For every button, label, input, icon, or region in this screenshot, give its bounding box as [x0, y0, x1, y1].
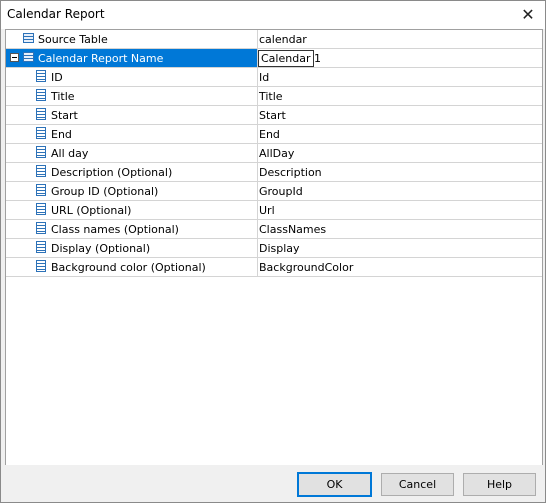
property-grid: Source Table calendar Calendar Report Na… [5, 29, 543, 466]
property-row-source-table[interactable]: Source Table calendar [6, 30, 542, 49]
ok-button[interactable]: OK [297, 472, 372, 497]
property-name-cell: End [6, 125, 258, 144]
property-label: ID [51, 71, 63, 84]
property-value-cell[interactable]: ClassNames [258, 220, 542, 239]
property-name-cell: Class names (Optional) [6, 220, 258, 239]
property-label: Start [51, 109, 78, 122]
property-value-cell[interactable]: End [258, 125, 542, 144]
property-name-cell: Source Table [6, 30, 258, 49]
close-icon[interactable]: ✕ [511, 1, 545, 27]
property-label: Display (Optional) [51, 242, 151, 255]
field-icon [36, 222, 46, 234]
property-value: Id [259, 71, 270, 84]
property-value-cell[interactable]: GroupId [258, 182, 542, 201]
property-value-cell[interactable]: Calendar 1 [258, 49, 542, 68]
dialog-title: Calendar Report [7, 7, 105, 21]
property-row-class-names[interactable]: Class names (Optional) ClassNames [6, 220, 542, 239]
property-label: Calendar Report Name [38, 52, 164, 65]
property-name-cell: Start [6, 106, 258, 125]
property-label: Background color (Optional) [51, 261, 206, 274]
help-button[interactable]: Help [463, 473, 536, 496]
property-value-cell[interactable]: Description [258, 163, 542, 182]
property-label: Group ID (Optional) [51, 185, 159, 198]
property-name-cell: ID [6, 68, 258, 87]
property-label: URL (Optional) [51, 204, 132, 217]
property-name-cell: Description (Optional) [6, 163, 258, 182]
property-value: Url [259, 204, 275, 217]
property-name-cell: Group ID (Optional) [6, 182, 258, 201]
property-row-group-id[interactable]: Group ID (Optional) GroupId [6, 182, 542, 201]
property-value-cell[interactable]: Url [258, 201, 542, 220]
table-icon [23, 52, 34, 62]
property-name-cell: Background color (Optional) [6, 258, 258, 277]
field-icon [36, 260, 46, 272]
title-bar: Calendar Report ✕ [1, 1, 545, 29]
property-value-cell[interactable]: AllDay [258, 144, 542, 163]
property-label: Title [51, 90, 75, 103]
property-row-url[interactable]: URL (Optional) Url [6, 201, 542, 220]
property-value-cell[interactable]: calendar [258, 30, 542, 49]
property-row-display[interactable]: Display (Optional) Display [6, 239, 542, 258]
field-icon [36, 89, 46, 101]
property-value: ClassNames [259, 223, 327, 236]
field-icon [36, 70, 46, 82]
property-row-calendar-report-name[interactable]: Calendar Report Name Calendar 1 [6, 49, 542, 68]
property-value-input[interactable]: Calendar 1 [258, 50, 321, 67]
property-value: Title [259, 90, 283, 103]
field-icon [36, 146, 46, 158]
cancel-button[interactable]: Cancel [381, 473, 454, 496]
dialog-footer: OK Cancel Help [1, 465, 545, 502]
property-value: End [259, 128, 280, 141]
field-icon [36, 127, 46, 139]
property-value: calendar [259, 33, 307, 46]
property-label: Source Table [38, 33, 108, 46]
table-icon [23, 33, 34, 43]
property-value: AllDay [259, 147, 295, 160]
property-value: Display [259, 242, 300, 255]
property-row-all-day[interactable]: All day AllDay [6, 144, 542, 163]
field-icon [36, 108, 46, 120]
property-value-cell[interactable]: Id [258, 68, 542, 87]
property-label: All day [51, 147, 89, 160]
property-value-cell[interactable]: BackgroundColor [258, 258, 542, 277]
property-row-background-color[interactable]: Background color (Optional) BackgroundCo… [6, 258, 542, 277]
property-value: Description [259, 166, 322, 179]
property-name-cell: Display (Optional) [6, 239, 258, 258]
property-name-cell: Title [6, 87, 258, 106]
property-label: Description (Optional) [51, 166, 173, 179]
property-name-cell: URL (Optional) [6, 201, 258, 220]
field-icon [36, 241, 46, 253]
property-row-end[interactable]: End End [6, 125, 542, 144]
property-value-cell[interactable]: Display [258, 239, 542, 258]
calendar-report-dialog: Calendar Report ✕ Source Table calendar … [0, 0, 546, 503]
property-label: Class names (Optional) [51, 223, 179, 236]
field-icon [36, 203, 46, 215]
property-value: BackgroundColor [259, 261, 354, 274]
field-icon [36, 165, 46, 177]
property-row-title[interactable]: Title Title [6, 87, 542, 106]
property-value-cell[interactable]: Title [258, 87, 542, 106]
property-row-start[interactable]: Start Start [6, 106, 542, 125]
property-value: GroupId [259, 185, 303, 198]
property-label: End [51, 128, 72, 141]
property-value: Start [259, 109, 286, 122]
collapse-icon[interactable] [10, 53, 19, 62]
property-value-cell[interactable]: Start [258, 106, 542, 125]
property-name-cell: All day [6, 144, 258, 163]
field-icon [36, 184, 46, 196]
property-name-cell: Calendar Report Name [6, 49, 258, 68]
property-row-description[interactable]: Description (Optional) Description [6, 163, 542, 182]
property-row-id[interactable]: ID Id [6, 68, 542, 87]
